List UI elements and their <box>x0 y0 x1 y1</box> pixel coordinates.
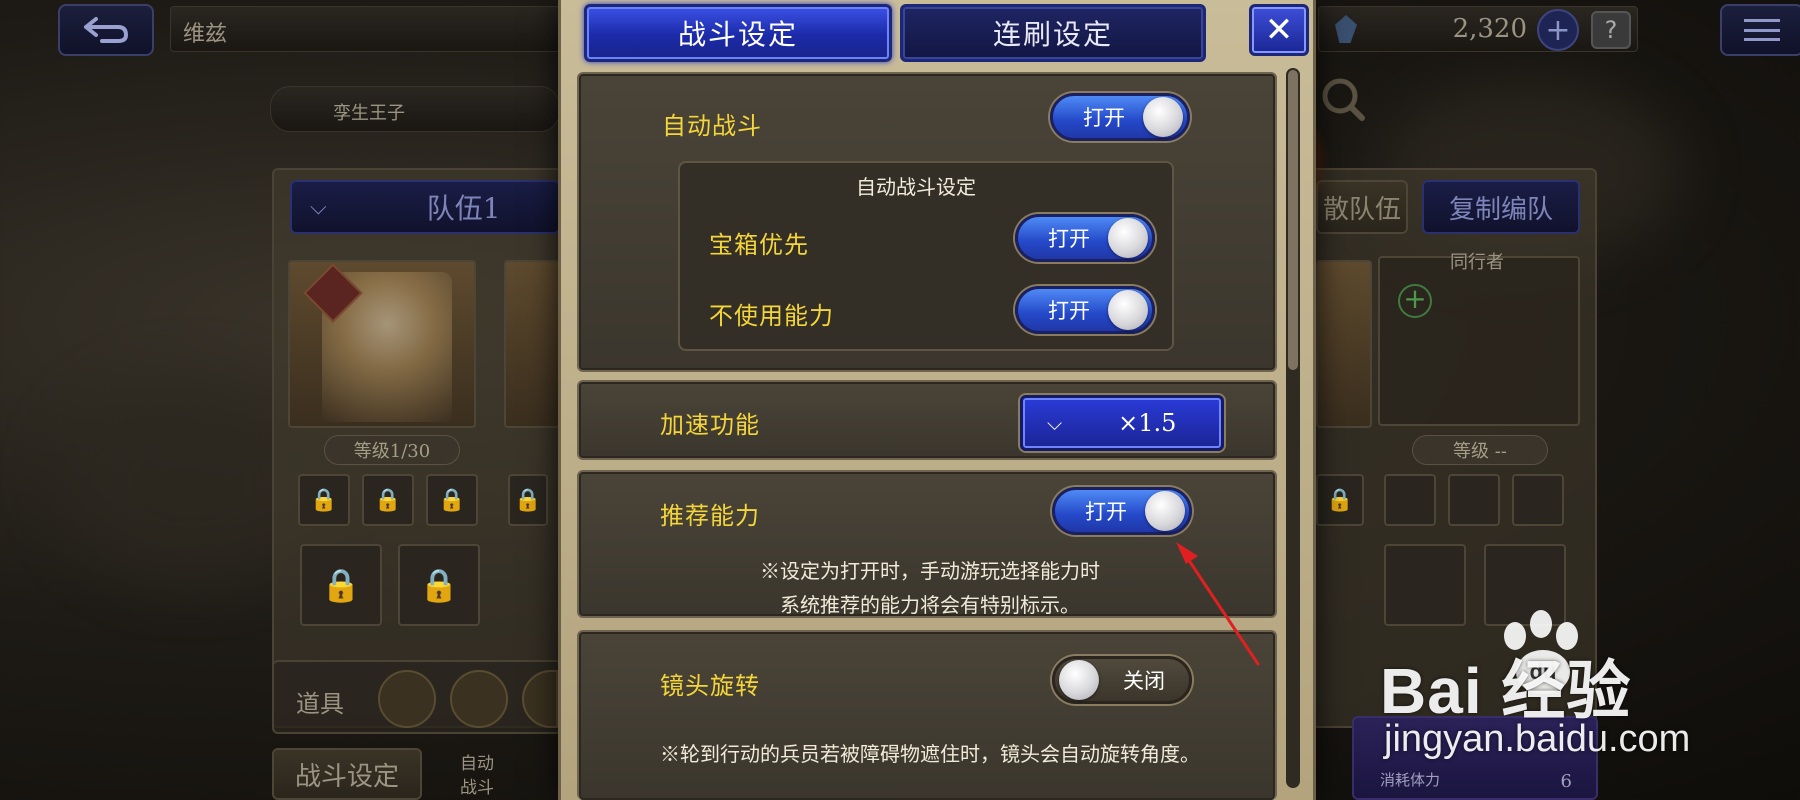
watermark-url: jingyan.baidu.com <box>1384 718 1691 760</box>
